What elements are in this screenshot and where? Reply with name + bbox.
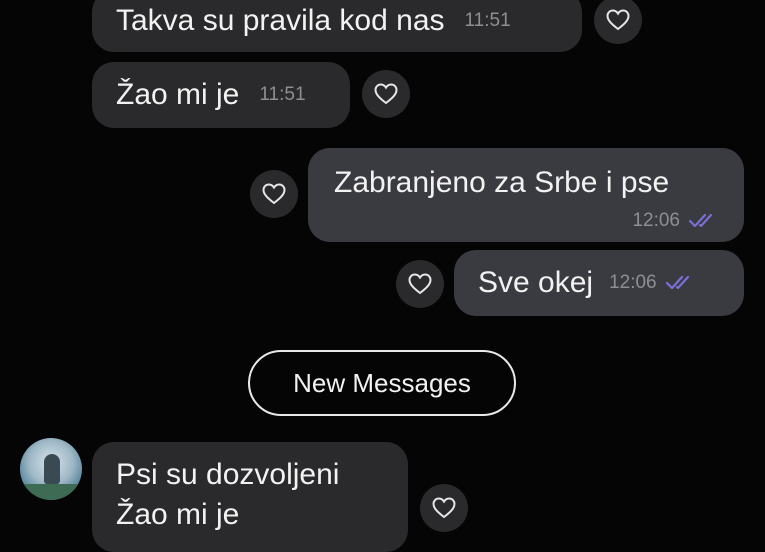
heart-outline-icon [262,183,286,205]
message-bubble[interactable]: Psi su dozvoljeni Žao mi je [92,442,408,552]
message-bubble[interactable]: Žao mi je 11:51 [92,62,350,128]
message-text: Zabranjeno za Srbe i pse [334,166,670,199]
heart-outline-icon [606,9,630,31]
message-bubble[interactable]: Takva su pravila kod nas 11:51 [92,0,582,52]
heart-outline-icon [408,273,432,295]
double-check-icon [665,275,699,291]
heart-outline-icon [374,83,398,105]
react-heart-button[interactable] [396,260,444,308]
message-bubble[interactable]: Sve okej 12:06 [454,250,744,316]
message-time: 11:51 [259,84,306,105]
message-time: 12:06 [632,210,680,231]
react-heart-button[interactable] [362,70,410,118]
message-time: 11:51 [464,10,511,31]
message-text: Sve okej [478,266,594,299]
message-text: Žao mi je [116,78,240,111]
avatar[interactable] [20,438,82,500]
heart-outline-icon [432,497,456,519]
message-time: 12:06 [609,272,657,293]
double-check-icon [688,213,722,229]
react-heart-button[interactable] [420,484,468,532]
new-messages-divider: New Messages [248,350,516,416]
message-text: Psi su dozvoljeni [116,458,340,491]
message-bubble[interactable]: Zabranjeno za Srbe i pse 12:06 [308,148,744,242]
react-heart-button[interactable] [594,0,642,44]
react-heart-button[interactable] [250,170,298,218]
message-text-line2: Žao mi je [116,498,240,531]
message-text: Takva su pravila kod nas [116,4,445,37]
new-messages-label: New Messages [293,367,471,398]
